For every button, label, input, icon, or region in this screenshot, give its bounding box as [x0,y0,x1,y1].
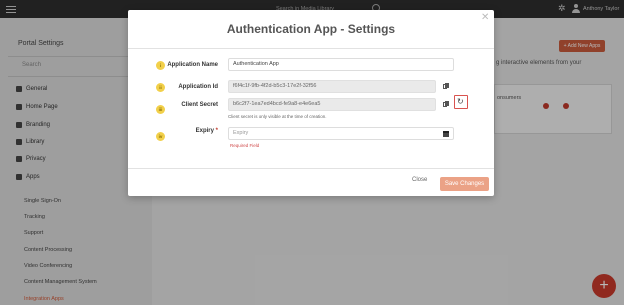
application-id-field: f6f4c1f-9fb-4f2d-b5c3-17e2f-32f56 [228,80,436,93]
divider [128,168,494,169]
calendar-icon[interactable] [443,131,449,137]
save-changes-button[interactable]: Save Changes [440,177,489,191]
modal-title: Authentication App - Settings [226,22,396,36]
application-name-label: Application Name [167,62,218,68]
regenerate-secret-button[interactable]: ↻ [454,95,468,109]
copy-icon[interactable] [443,101,449,108]
copy-icon[interactable] [443,83,449,90]
expiry-label: Expiry * [128,128,218,134]
application-id-label: Application Id [178,84,218,90]
settings-modal: ✕ Authentication App - Settings i Applic… [128,10,494,196]
expiry-error-message: Required Field [230,143,260,148]
expiry-label-text: Expiry [195,128,214,134]
close-button[interactable]: Close [412,177,427,183]
required-mark: * [215,128,218,134]
client-secret-hint: Client secret is only visible at the tim… [228,114,327,119]
divider [128,48,494,49]
expiry-date-input[interactable]: Expiry [228,127,454,140]
client-secret-label: Client Secret [181,102,218,108]
refresh-icon: ↻ [457,97,464,106]
application-name-input[interactable]: Authentication App [228,58,454,71]
client-secret-field: b6c2f7-1ea7ed4bcd-fe9a8-e4e6ea5 [228,98,436,111]
